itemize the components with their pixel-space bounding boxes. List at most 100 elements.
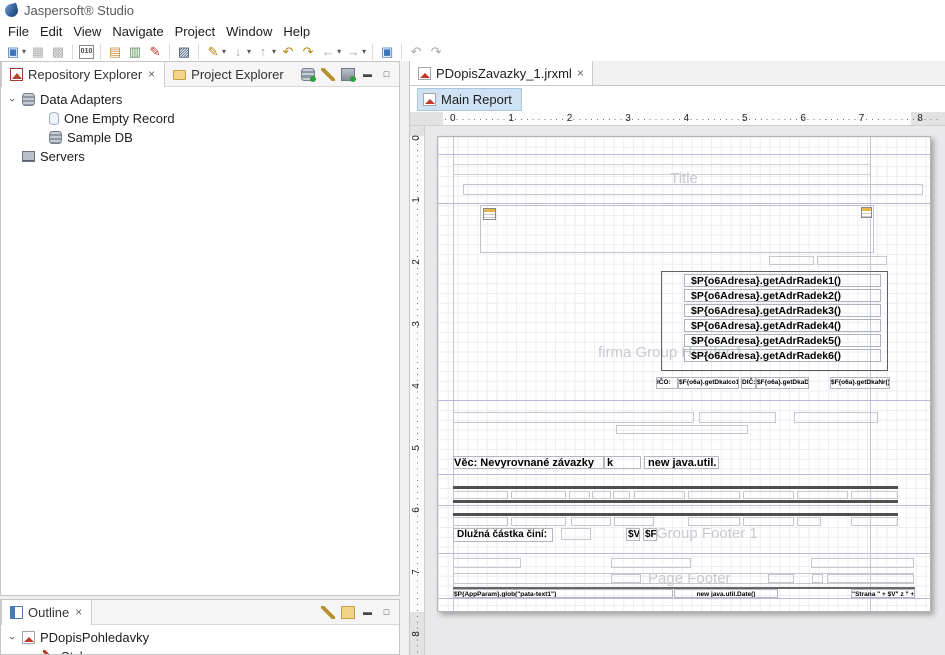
menu-item[interactable]: Help: [283, 22, 321, 41]
add-data-adapter-icon[interactable]: [301, 68, 315, 81]
report-element[interactable]: [561, 528, 591, 540]
tree-item-styles[interactable]: › Styles: [1, 647, 399, 654]
save-all-button[interactable]: ▩: [49, 43, 67, 61]
report-element[interactable]: [614, 517, 654, 526]
new-report-wizard-button[interactable]: ▣▾: [4, 43, 27, 61]
report-element[interactable]: [611, 558, 691, 568]
thumbnail-view-icon[interactable]: [341, 606, 355, 619]
table-element-icon[interactable]: [483, 208, 496, 220]
footer-page-field[interactable]: "Strana " + $V" z " + $V: [851, 589, 915, 598]
save-button[interactable]: ▦: [29, 43, 47, 61]
report-element[interactable]: [794, 412, 878, 423]
dic-value-field[interactable]: $F{o6a}.getDkaDic(): [756, 377, 809, 389]
address-text-field[interactable]: $P{o6Adresa}.getAdrRadek4(): [684, 319, 881, 332]
dropdown-icon[interactable]: ▾: [22, 47, 26, 56]
thick-rule[interactable]: [453, 500, 898, 503]
close-icon[interactable]: ×: [74, 605, 83, 619]
footer-left-field[interactable]: $P{AppParam}.glob("pata-text1"): [453, 589, 673, 598]
tab-repository-explorer[interactable]: Repository Explorer ×: [1, 62, 165, 87]
binary-view-button[interactable]: 010: [78, 43, 95, 61]
collapse-tree-icon[interactable]: [321, 606, 335, 619]
previous-annotation-button[interactable]: ↶: [279, 43, 297, 61]
report-element[interactable]: [511, 517, 566, 526]
report-element[interactable]: [511, 491, 566, 499]
address-text-field[interactable]: $P{o6Adresa}.getAdrRadek1(): [684, 274, 881, 287]
pull-down-button[interactable]: ↓▾: [229, 43, 252, 61]
menu-item[interactable]: Edit: [40, 22, 73, 41]
nr-value-field[interactable]: $F{o6a}.getDkaNr(): [830, 377, 890, 389]
dropdown-icon[interactable]: ▾: [272, 47, 276, 56]
forward-history-button[interactable]: →▾: [344, 43, 367, 61]
report-element[interactable]: [817, 256, 887, 265]
menu-item[interactable]: Project: [175, 22, 226, 41]
tree-item-sample-db[interactable]: Sample DB: [1, 128, 399, 147]
report-element[interactable]: [453, 491, 508, 499]
next-annotation-button[interactable]: ↷: [299, 43, 317, 61]
tree-item-one-empty-record[interactable]: One Empty Record: [1, 109, 399, 128]
tree-item-servers[interactable]: › Servers: [1, 147, 399, 166]
chevron-expanded-icon[interactable]: ›: [6, 95, 18, 105]
report-element[interactable]: [743, 491, 794, 499]
report-element[interactable]: [634, 491, 685, 499]
minimize-icon[interactable]: ▬: [361, 607, 374, 617]
dluzna-label-field[interactable]: Dlužná částka činí:: [453, 528, 553, 542]
vec-date-field[interactable]: new java.util.: [644, 456, 719, 469]
report-element[interactable]: [613, 491, 630, 499]
tab-outline[interactable]: Outline ×: [1, 600, 92, 625]
report-element[interactable]: [453, 412, 694, 423]
maximize-icon[interactable]: □: [380, 607, 393, 617]
dropdown-icon[interactable]: ▾: [337, 47, 341, 56]
close-icon[interactable]: ×: [577, 66, 584, 80]
report-element[interactable]: [688, 491, 740, 499]
dropdown-icon[interactable]: ▾: [362, 47, 366, 56]
close-icon[interactable]: ×: [147, 67, 156, 81]
ico-label[interactable]: IČO:: [656, 377, 678, 389]
field-field[interactable]: $F: [643, 528, 657, 541]
back-history-button[interactable]: ←▾: [319, 43, 342, 61]
report-element[interactable]: [569, 491, 590, 499]
tree-item-report-root[interactable]: › PDopisPohledavky: [1, 628, 399, 647]
report-element[interactable]: [592, 491, 611, 499]
report-element[interactable]: [797, 517, 821, 526]
report-element[interactable]: [768, 574, 794, 583]
report-element[interactable]: [851, 491, 898, 499]
report-element[interactable]: [812, 574, 823, 583]
menu-item[interactable]: View: [73, 22, 112, 41]
dropdown-icon[interactable]: ▾: [247, 47, 251, 56]
pull-up-button[interactable]: ↑▾: [254, 43, 277, 61]
report-element[interactable]: [699, 412, 776, 423]
publish-server-button[interactable]: ▨: [175, 43, 193, 61]
tree-item-data-adapters[interactable]: › Data Adapters: [1, 90, 399, 109]
add-server-icon[interactable]: [341, 68, 355, 81]
menu-item[interactable]: Window: [226, 22, 283, 41]
new-editor-window-button[interactable]: ▣: [378, 43, 396, 61]
menu-item[interactable]: Navigate: [112, 22, 174, 41]
tab-main-report[interactable]: Main Report: [417, 88, 522, 111]
tab-project-explorer[interactable]: Project Explorer: [165, 62, 291, 87]
menu-item[interactable]: File: [8, 22, 40, 41]
report-element[interactable]: [797, 491, 848, 499]
report-element[interactable]: [463, 184, 923, 195]
add-image-button[interactable]: ▤: [106, 43, 124, 61]
vertical-ruler[interactable]: 012345678: [410, 126, 425, 655]
address-text-field[interactable]: $P{o6Adresa}.getAdrRadek3(): [684, 304, 881, 317]
chevron-expanded-icon[interactable]: ›: [6, 633, 18, 643]
tab-pdopiszavazky[interactable]: PDopisZavazky_1.jrxml ×: [410, 61, 593, 85]
address-text-field[interactable]: $P{o6Adresa}.getAdrRadek5(): [684, 334, 881, 347]
report-element-frame[interactable]: [480, 205, 874, 253]
table-element-icon[interactable]: [861, 207, 872, 218]
dic-label[interactable]: DIČ:: [741, 377, 756, 389]
ico-value-field[interactable]: $F{o6a}.getDkaIco1(): [678, 377, 739, 389]
report-page[interactable]: Title firma Group Header 1 Group Footer …: [437, 136, 931, 612]
report-element[interactable]: [851, 517, 898, 526]
horizontal-ruler[interactable]: 012345678: [410, 112, 945, 126]
add-dataset-button[interactable]: ▥: [126, 43, 144, 61]
design-canvas[interactable]: 012345678 Title firma Grou: [410, 126, 945, 655]
vec-label-field[interactable]: Věc: Nevyrovnané závazky: [453, 456, 604, 469]
thick-rule[interactable]: [453, 513, 898, 516]
wand-tool-button[interactable]: ✎▾: [204, 43, 227, 61]
report-element[interactable]: [571, 517, 611, 526]
variable-field[interactable]: $V: [626, 528, 640, 541]
chevron-collapsed-icon[interactable]: ›: [28, 651, 38, 655]
report-element[interactable]: [616, 425, 748, 434]
